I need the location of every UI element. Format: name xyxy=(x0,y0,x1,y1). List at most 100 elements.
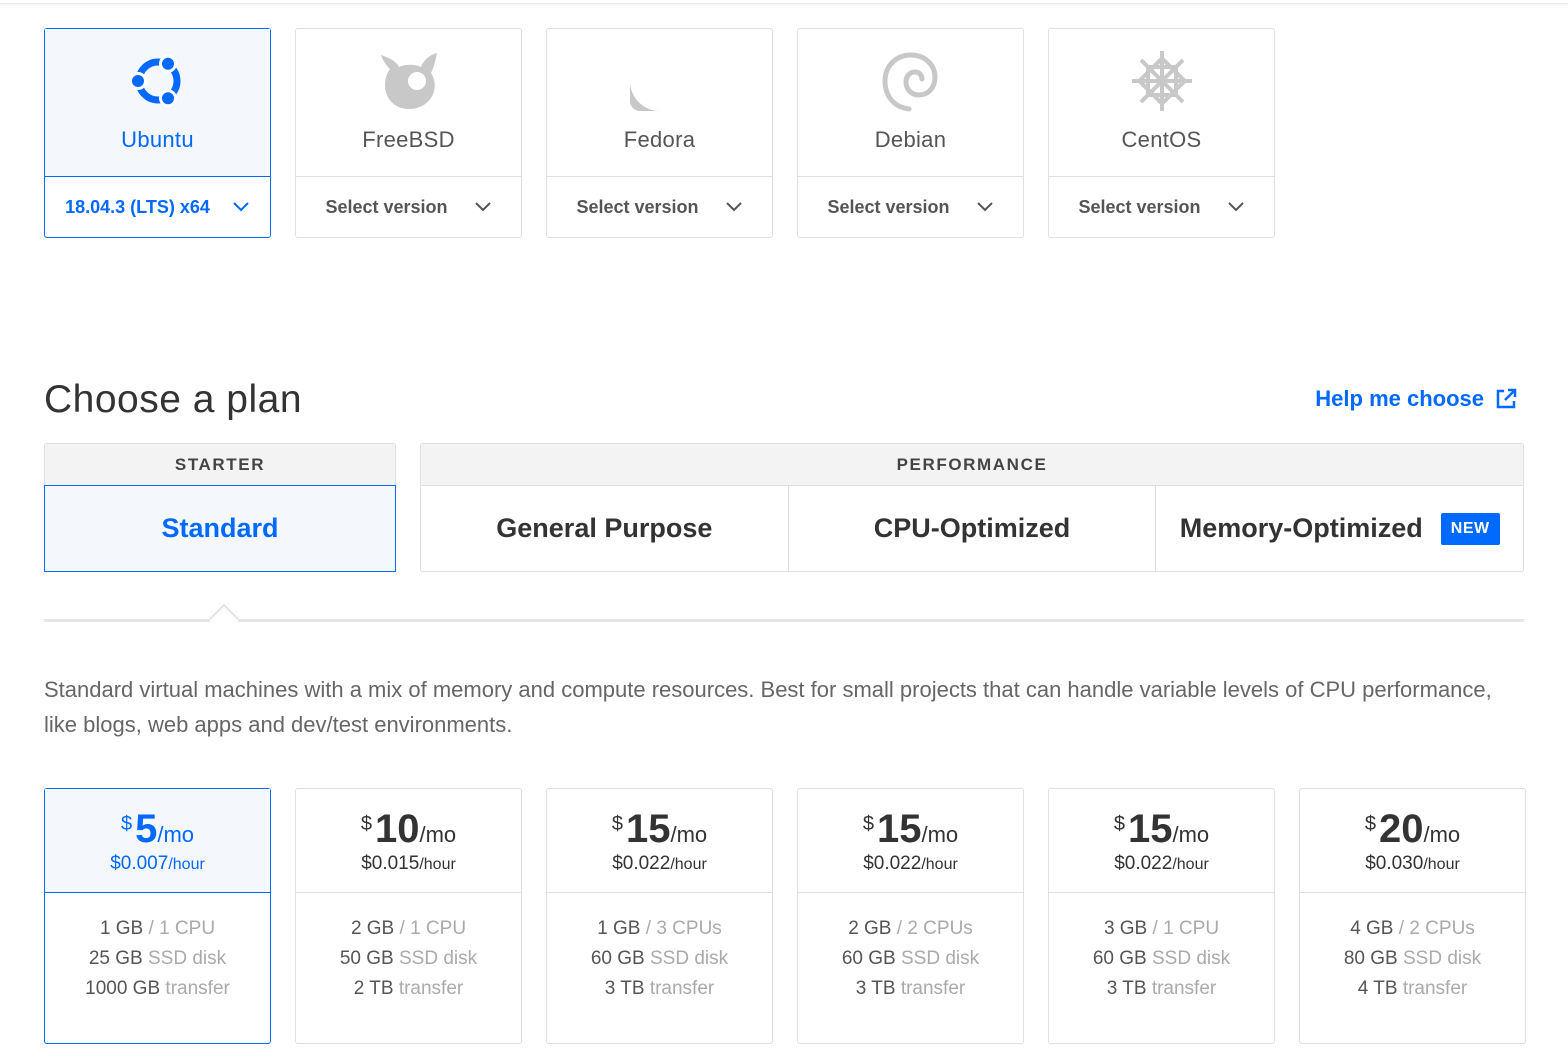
plan-tabs: General Purpose CPU-Optimized Memory-Opt… xyxy=(421,486,1523,571)
distro-card-header[interactable]: CentOS xyxy=(1049,29,1274,177)
chevron-down-icon xyxy=(976,202,993,212)
hourly-amount: $0.022 xyxy=(1114,853,1173,874)
version-dropdown[interactable]: Select version xyxy=(1049,177,1274,237)
tab-cpu-optimized[interactable]: CPU-Optimized xyxy=(789,486,1157,571)
spec-disk: 25 GB SSD disk xyxy=(89,948,226,970)
tab-memory-optimized[interactable]: Memory-Optimized NEW xyxy=(1156,486,1523,571)
spec-disk-size: 80 GB xyxy=(1343,948,1398,969)
price-amount: 15 xyxy=(876,807,922,851)
monthly-price: $ 10 /mo xyxy=(361,809,456,849)
spec-cpu: / 3 CPUs xyxy=(645,918,722,939)
monthly-price: $ 5 /mo xyxy=(121,809,194,849)
help-me-choose-link[interactable]: Help me choose xyxy=(1315,386,1518,412)
spec-transfer-size: 3 TB xyxy=(1106,978,1147,999)
hourly-price: $0.022/hour xyxy=(612,853,707,875)
plan-tabs: Standard xyxy=(44,485,396,572)
freebsd-logo-icon xyxy=(380,53,437,109)
distro-card-header[interactable]: FreeBSD xyxy=(296,29,521,177)
chevron-down-icon xyxy=(1227,202,1244,212)
group-header: STARTER xyxy=(45,444,395,486)
chevron-down-icon xyxy=(725,202,742,212)
price-card-header: $ 15 /mo $0.022/hour xyxy=(547,789,772,893)
spec-transfer: 2 TB transfer xyxy=(354,978,463,1000)
monthly-price: $ 15 /mo xyxy=(863,809,958,849)
spec-transfer: 4 TB transfer xyxy=(1358,978,1467,1000)
distro-card-freebsd[interactable]: FreeBSD Select version xyxy=(295,28,522,238)
hourly-unit: /hour xyxy=(670,856,707,873)
hourly-amount: $0.022 xyxy=(612,853,671,874)
spec-disk-size: 60 GB xyxy=(590,948,645,969)
price-period: /mo xyxy=(157,822,195,847)
spec-disk-size: 60 GB xyxy=(841,948,896,969)
price-amount: 5 xyxy=(135,807,158,851)
version-dropdown[interactable]: Select version xyxy=(798,177,1023,237)
price-card-2[interactable]: $ 15 /mo $0.022/hour 1 GB / 3 CPUs 60 GB… xyxy=(546,788,773,1044)
spec-transfer-size: 3 TB xyxy=(855,978,896,999)
spec-transfer-size: 3 TB xyxy=(604,978,645,999)
price-card-5[interactable]: $ 20 /mo $0.030/hour 4 GB / 2 CPUs 80 GB… xyxy=(1299,788,1526,1044)
centos-logo-icon xyxy=(1131,51,1192,111)
plan-specs: 2 GB / 1 CPU 50 GB SSD disk 2 TB transfe… xyxy=(296,893,521,1000)
spec-transfer: 1000 GB transfer xyxy=(85,978,230,1000)
spec-ram: 1 GB xyxy=(597,918,641,939)
distro-card-ubuntu[interactable]: Ubuntu 18.04.3 (LTS) x64 xyxy=(44,28,271,238)
spec-transfer-size: 2 TB xyxy=(353,978,394,999)
spec-transfer: 3 TB transfer xyxy=(856,978,965,1000)
spec-disk-size: 60 GB xyxy=(1092,948,1147,969)
distro-card-debian[interactable]: Debian Select version xyxy=(797,28,1024,238)
group-header: PERFORMANCE xyxy=(421,444,1523,486)
distribution-list: Ubuntu 18.04.3 (LTS) x64 FreeBSD Select … xyxy=(44,28,1275,238)
spec-disk: 60 GB SSD disk xyxy=(1093,948,1230,970)
version-dropdown[interactable]: Select version xyxy=(547,177,772,237)
hourly-price: $0.022/hour xyxy=(863,853,958,875)
spec-disk-unit: SSD disk xyxy=(1152,948,1231,969)
distro-name: Debian xyxy=(874,127,947,152)
spec-transfer: 3 TB transfer xyxy=(1107,978,1216,1000)
spec-cpu: / 1 CPU xyxy=(399,918,467,939)
version-label: Select version xyxy=(576,196,699,217)
monthly-price: $ 15 /mo xyxy=(612,809,707,849)
distro-card-header[interactable]: Debian xyxy=(798,29,1023,177)
spec-disk-size: 25 GB xyxy=(88,948,143,969)
spec-disk-unit: SSD disk xyxy=(148,948,227,969)
distro-name: Ubuntu xyxy=(121,127,194,152)
distro-name: Fedora xyxy=(623,127,696,152)
tab-pointer-caret xyxy=(208,604,240,622)
version-dropdown[interactable]: Select version xyxy=(296,177,521,237)
price-period: /mo xyxy=(921,822,959,847)
section-divider xyxy=(44,619,1524,622)
hourly-amount: $0.007 xyxy=(110,853,169,874)
distro-card-header[interactable]: Fedora xyxy=(547,29,772,177)
distro-name: FreeBSD xyxy=(362,127,455,152)
price-card-0[interactable]: $ 5 /mo $0.007/hour 1 GB / 1 CPU 25 GB S… xyxy=(44,788,271,1044)
spec-transfer: 3 TB transfer xyxy=(605,978,714,1000)
version-dropdown[interactable]: 18.04.3 (LTS) x64 xyxy=(45,177,270,237)
price-card-header: $ 10 /mo $0.015/hour xyxy=(296,789,521,893)
tab-standard[interactable]: Standard xyxy=(44,485,396,572)
hourly-unit: /hour xyxy=(1172,856,1209,873)
spec-cpu: / 1 CPU xyxy=(148,918,216,939)
chevron-down-icon xyxy=(474,202,491,212)
distro-card-centos[interactable]: CentOS Select version xyxy=(1048,28,1275,238)
spec-ram: 3 GB xyxy=(1103,918,1148,939)
currency-symbol: $ xyxy=(360,813,372,835)
price-card-3[interactable]: $ 15 /mo $0.022/hour 2 GB / 2 CPUs 60 GB… xyxy=(797,788,1024,1044)
tab-label: General Purpose xyxy=(496,513,713,543)
version-label: Select version xyxy=(827,196,950,217)
starter-plan-group: STARTER Standard xyxy=(44,443,396,572)
spec-transfer-unit: transfer xyxy=(649,978,715,999)
spec-disk: 60 GB SSD disk xyxy=(591,948,728,970)
distro-card-header[interactable]: Ubuntu xyxy=(45,29,270,177)
tab-general-purpose[interactable]: General Purpose xyxy=(421,486,789,571)
currency-symbol: $ xyxy=(862,813,874,835)
price-card-header: $ 15 /mo $0.022/hour xyxy=(798,789,1023,893)
top-bar-edge xyxy=(0,0,1568,4)
spec-ram: 1 GB xyxy=(99,918,144,939)
price-card-1[interactable]: $ 10 /mo $0.015/hour 2 GB / 1 CPU 50 GB … xyxy=(295,788,522,1044)
hourly-amount: $0.015 xyxy=(361,853,420,874)
hourly-amount: $0.030 xyxy=(1365,853,1424,874)
distro-card-fedora[interactable]: Fedora Select version xyxy=(546,28,773,238)
price-card-4[interactable]: $ 15 /mo $0.022/hour 3 GB / 1 CPU 60 GB … xyxy=(1048,788,1275,1044)
price-period: /mo xyxy=(1423,822,1461,847)
plan-specs: 4 GB / 2 CPUs 80 GB SSD disk 4 TB transf… xyxy=(1300,893,1525,1000)
